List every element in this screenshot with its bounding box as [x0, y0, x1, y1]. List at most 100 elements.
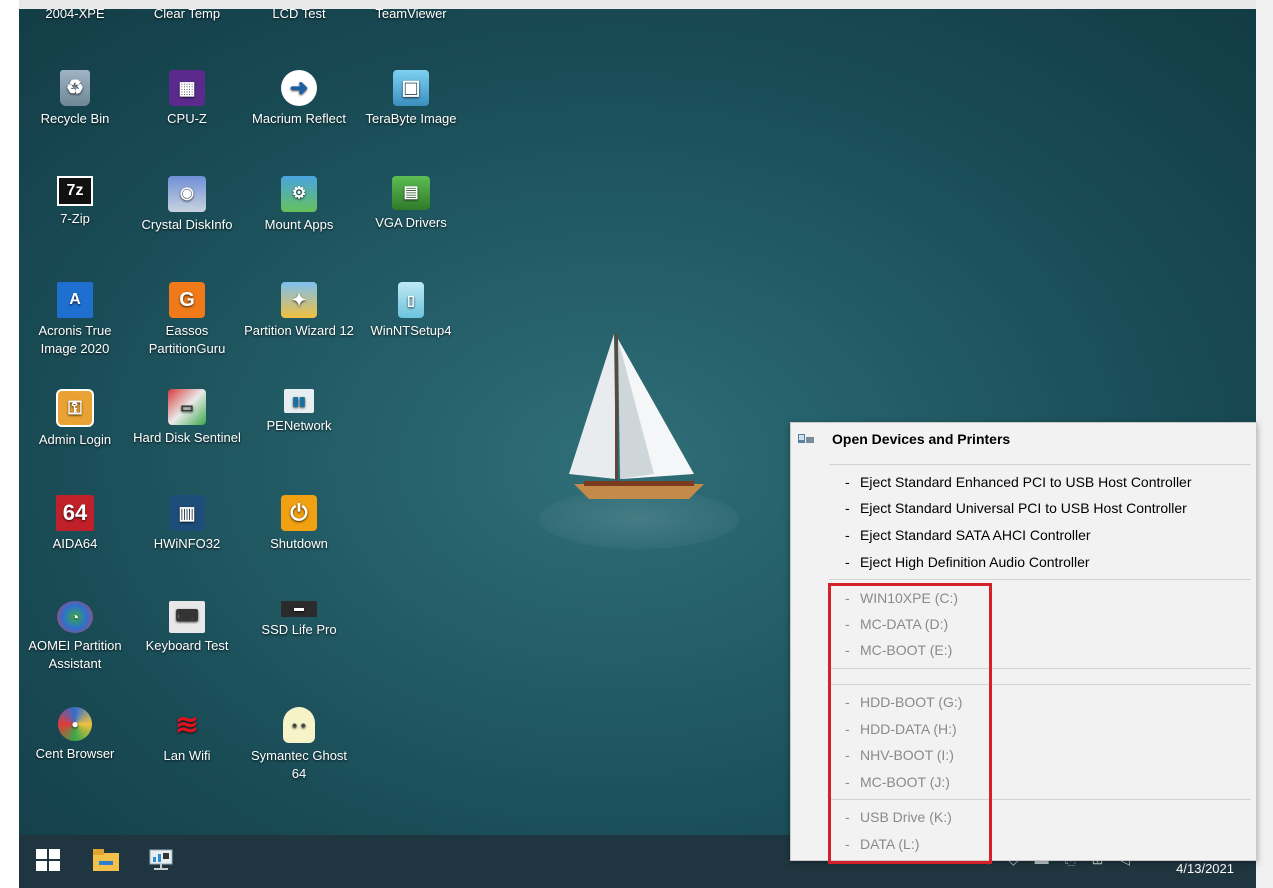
desktop-icon-mount-apps[interactable]: ⚙ Mount Apps	[243, 176, 355, 234]
aida64-icon: 64	[56, 495, 94, 531]
partition-wizard-icon: ✦	[281, 282, 317, 318]
wifi-icon: ≋	[175, 709, 199, 740]
icon-label: Cent Browser	[35, 746, 115, 761]
desktop-icon-7zip[interactable]: 7z 7-Zip	[19, 176, 131, 228]
taskbar-clock[interactable]: 4/13/2021	[1176, 861, 1234, 876]
desktop-icon-lcd-test[interactable]: LCD Test	[243, 9, 355, 23]
menu-item-label: Eject Standard Universal PCI to USB Host…	[860, 500, 1187, 516]
desktop-icon-eassos[interactable]: G Eassos PartitionGuru	[131, 282, 243, 358]
window-top-strip	[0, 0, 1273, 9]
icon-label: Keyboard Test	[145, 638, 229, 653]
icon-label: SSD Life Pro	[261, 622, 337, 637]
desktop-icon-hwinfo32[interactable]: ▥ HWiNFO32	[131, 495, 243, 553]
desktop-icon-hard-disk-sentinel[interactable]: ▭ Hard Disk Sentinel	[131, 389, 243, 447]
menu-dash: -	[845, 554, 850, 570]
desktop-icon-vga-drivers[interactable]: ▤ VGA Drivers	[355, 176, 467, 232]
recycle-bin-icon: ♻	[60, 70, 90, 106]
file-explorer-button[interactable]	[89, 845, 123, 875]
desktop-icon-macrium-reflect[interactable]: ➜ Macrium Reflect	[243, 70, 355, 128]
menu-separator	[829, 579, 1251, 580]
desktop-icon-lan-wifi[interactable]: ≋ Lan Wifi	[131, 707, 243, 765]
mount-apps-icon: ⚙	[281, 176, 317, 212]
icon-label: Recycle Bin	[40, 111, 110, 126]
icon-label: CPU-Z	[167, 111, 207, 126]
hwinfo-icon: ▥	[169, 495, 205, 531]
icon-label: Admin Login	[38, 432, 112, 447]
menu-dash: -	[845, 527, 850, 543]
partitionguru-icon: G	[169, 282, 205, 318]
penetwork-icon: ▮▮	[284, 389, 314, 413]
icon-label: Acronis True Image 2020	[38, 323, 112, 356]
vga-drivers-icon: ▤	[392, 176, 430, 210]
aomei-icon: ◔	[57, 601, 93, 633]
file-explorer-icon	[93, 849, 119, 871]
winntsetup-icon: ▯	[398, 282, 424, 318]
desktop-icon-penetwork[interactable]: ▮▮ PENetwork	[243, 389, 355, 435]
desktop-icon-ssd-life-pro[interactable]: ▬ SSD Life Pro	[243, 601, 355, 639]
icon-label: 2004-XPE	[45, 9, 105, 21]
penetwork-taskbar-button[interactable]	[144, 845, 178, 875]
icon-label: Lan Wifi	[163, 748, 211, 763]
terabyte-icon: ▣	[393, 70, 429, 106]
desktop-icon-cent-browser[interactable]: ● Cent Browser	[19, 707, 131, 763]
desktop-icon-admin-login[interactable]: ⚿ Admin Login	[19, 389, 131, 449]
penetwork-icon	[149, 849, 173, 870]
window-right-strip	[1256, 0, 1273, 888]
desktop-icon-partition-wizard[interactable]: ✦ Partition Wizard 12	[243, 282, 355, 340]
power-icon: ⏻	[281, 495, 317, 531]
desktop-icon-acronis[interactable]: A Acronis True Image 2020	[19, 282, 131, 358]
keyboard-test-icon: ⌨	[169, 601, 205, 633]
icon-label: PENetwork	[266, 418, 332, 433]
desktop-icon-teamviewer[interactable]: TeamViewer	[355, 9, 467, 23]
icon-label: TeamViewer	[375, 9, 447, 21]
icon-label: Symantec Ghost 64	[250, 748, 348, 781]
desktop-icon-keyboard-test[interactable]: ⌨ Keyboard Test	[131, 601, 243, 655]
menu-header-label: Open Devices and Printers	[832, 431, 1011, 447]
start-icon	[36, 849, 60, 871]
desktop-icon-shutdown[interactable]: ⏻ Shutdown	[243, 495, 355, 553]
icon-label: Clear Temp	[153, 9, 221, 21]
menu-separator	[829, 464, 1251, 465]
desktop-icon-terabyte-image[interactable]: ▣ TeraByte Image	[355, 70, 467, 128]
devices-printers-icon	[798, 434, 814, 443]
window-left-strip	[0, 0, 19, 888]
sailboat-wallpaper	[569, 334, 704, 499]
desktop-icon-2004-xpe[interactable]: 2004-XPE	[19, 9, 131, 23]
icon-label: Crystal DiskInfo	[141, 217, 233, 232]
highlight-annotation-box	[828, 583, 992, 864]
menu-item-open-devices[interactable]: Open Devices and Printers	[791, 423, 1256, 457]
cent-browser-icon: ●	[58, 707, 92, 741]
macrium-icon: ➜	[281, 70, 317, 106]
menu-item-eject[interactable]: - Eject Standard Enhanced PCI to USB Hos…	[791, 469, 1256, 495]
icon-label: LCD Test	[272, 9, 326, 21]
icon-label: Hard Disk Sentinel	[133, 430, 241, 445]
crystal-diskinfo-icon: ◉	[168, 176, 206, 212]
icon-label: VGA Drivers	[375, 215, 447, 230]
icon-label: Eassos PartitionGuru	[148, 323, 226, 356]
desktop-icon-crystal-diskinfo[interactable]: ◉ Crystal DiskInfo	[131, 176, 243, 234]
desktop-icon-aomei[interactable]: ◔ AOMEI Partition Assistant	[19, 601, 131, 673]
desktop-icon-recycle-bin[interactable]: ♻ Recycle Bin	[19, 70, 131, 128]
menu-item-eject[interactable]: - Eject Standard SATA AHCI Controller	[791, 522, 1256, 548]
desktop-icon-aida64[interactable]: 64 AIDA64	[19, 495, 131, 553]
icon-label: Shutdown	[270, 536, 328, 551]
start-button[interactable]	[31, 845, 65, 875]
desktop-icon-winntsetup[interactable]: ▯ WinNTSetup4	[355, 282, 467, 340]
menu-item-eject[interactable]: - Eject Standard Universal PCI to USB Ho…	[791, 495, 1256, 521]
desktop-icon-clear-temp[interactable]: Clear Temp	[131, 9, 243, 23]
sevenzip-icon: 7z	[57, 176, 93, 206]
desktop-icon-cpu-z[interactable]: ▦ CPU-Z	[131, 70, 243, 128]
icon-label: WinNTSetup4	[370, 323, 452, 338]
ssd-icon: ▬	[281, 601, 317, 617]
menu-dash: -	[845, 500, 850, 516]
icon-label: Partition Wizard 12	[244, 323, 354, 338]
icon-label: AOMEI Partition Assistant	[28, 638, 122, 671]
cpuz-icon: ▦	[169, 70, 205, 106]
icon-label: AIDA64	[52, 536, 98, 551]
acronis-icon: A	[57, 282, 93, 318]
desktop-icon-symantec-ghost[interactable]: • • Symantec Ghost 64	[243, 707, 355, 783]
icon-label: Mount Apps	[264, 217, 334, 232]
icon-label: HWiNFO32	[153, 536, 221, 551]
menu-item-eject[interactable]: - Eject High Definition Audio Controller	[791, 549, 1256, 575]
icon-label: TeraByte Image	[365, 111, 457, 126]
